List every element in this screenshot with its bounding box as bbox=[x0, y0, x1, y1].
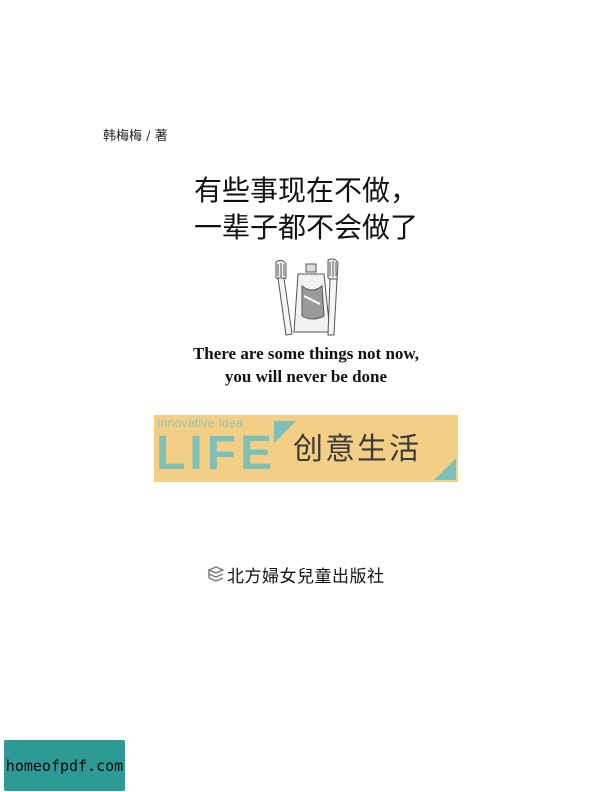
series-banner: Innovative Idea LIFE 创意生活 bbox=[154, 415, 458, 482]
banner-life-word: LIFE bbox=[156, 427, 276, 480]
corner-triangle-icon bbox=[434, 458, 456, 480]
publisher-name: 北方婦女兒童出版社 bbox=[227, 566, 385, 587]
book-title-line-1: 有些事现在不做， bbox=[193, 174, 418, 207]
watermark-text: homeofpdf.com bbox=[5, 756, 124, 775]
publisher: 北方婦女兒童出版社 bbox=[207, 563, 385, 587]
book-title-line-2: 一辈子都不会做了 bbox=[193, 211, 418, 244]
english-subtitle-line-2: you will never be done bbox=[224, 367, 388, 386]
watermark-badge[interactable]: homeofpdf.com bbox=[4, 740, 125, 791]
toothbrush-and-toothpaste-icon bbox=[268, 256, 348, 336]
publisher-logo-icon bbox=[207, 566, 225, 582]
author-credit: 韩梅梅 / 著 bbox=[103, 129, 168, 144]
banner-series-name: 创意生活 bbox=[293, 432, 421, 467]
english-subtitle-line-1: There are some things not now, bbox=[192, 344, 420, 363]
